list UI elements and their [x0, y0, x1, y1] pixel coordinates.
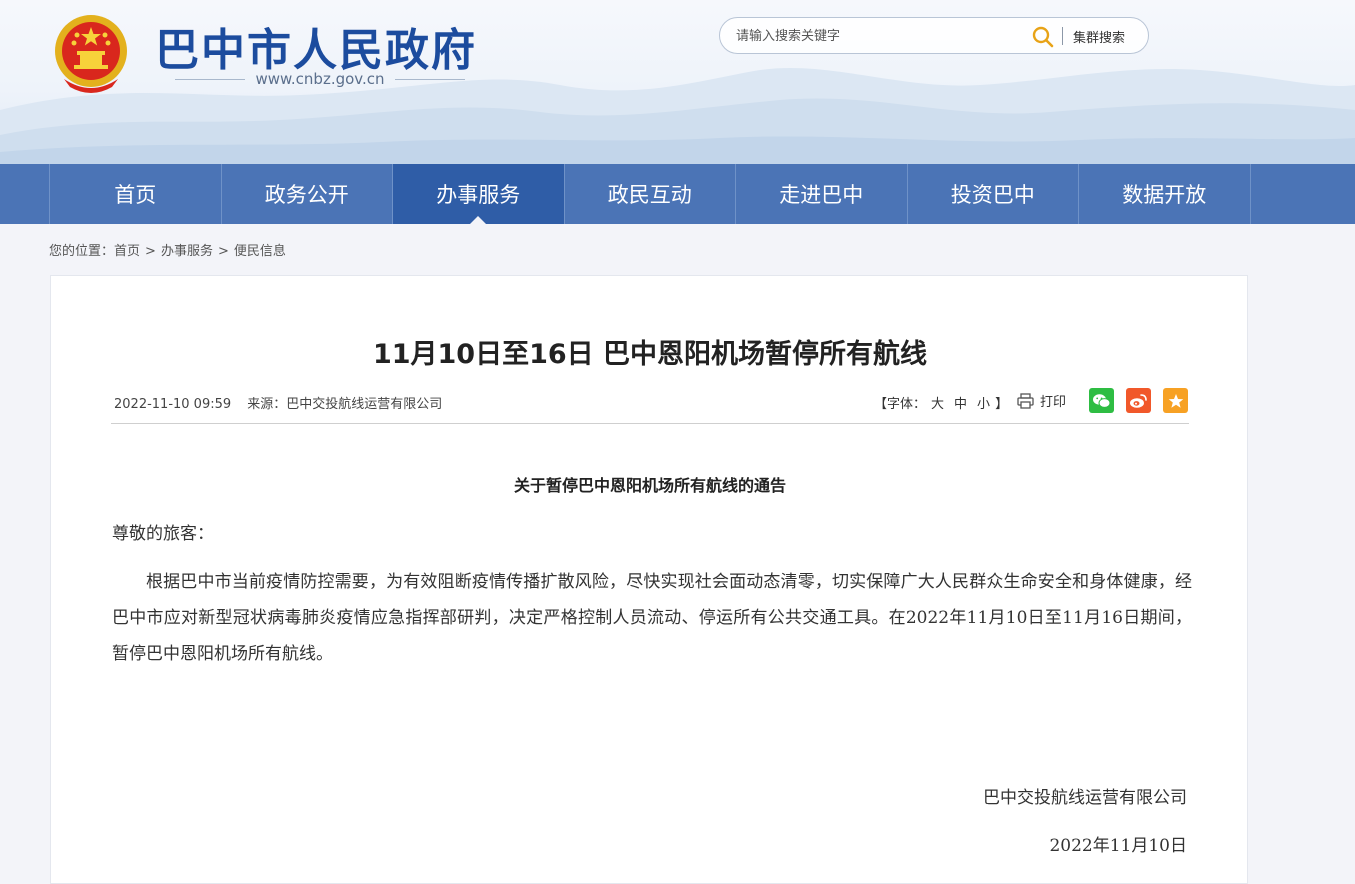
font-size-control: 【字体： 大中小】 [874, 393, 1008, 412]
breadcrumb-separator: > [145, 244, 156, 259]
nav-item-services[interactable]: 办事服务 [393, 164, 565, 224]
wechat-icon [1093, 393, 1111, 408]
star-icon [1168, 393, 1183, 408]
notice-greeting: 尊敬的旅客： [112, 524, 214, 544]
publish-date: 2022-11-10 09:59 [114, 397, 232, 412]
nav-item-about-bazhong[interactable]: 走进巴中 [736, 164, 908, 224]
notice-title: 关于暂停巴中恩阳机场所有航线的通告 [513, 476, 786, 495]
main-nav: 首页 政务公开 办事服务 政民互动 走进巴中 投资巴中 数据开放 [0, 164, 1355, 224]
share-wechat-button[interactable] [1089, 388, 1114, 413]
print-label: 打印 [1040, 395, 1067, 410]
nav-item-open-data[interactable]: 数据开放 [1079, 164, 1251, 224]
article-card: 11月10日至16日 巴中恩阳机场暂停所有航线 2022-11-10 09:59… [50, 275, 1248, 884]
printer-icon [1017, 392, 1034, 409]
site-header: 巴中市人民政府 www.cnbz.gov.cn 集群搜索 [0, 0, 1355, 164]
search-divider [1062, 27, 1063, 45]
article-title: 11月10日至16日 巴中恩阳机场暂停所有航线 [372, 339, 928, 370]
nav-list: 首页 政务公开 办事服务 政民互动 走进巴中 投资巴中 数据开放 [49, 164, 1251, 224]
breadcrumb: 您的位置：首页 > 办事服务 > 便民信息 [49, 240, 286, 259]
font-label-close: 】 [995, 397, 1009, 412]
article-source: 来源：巴中交投航线运营有限公司 [247, 397, 443, 412]
signature-date: 2022年11月10日 [1049, 836, 1187, 856]
font-label-open: 【字体： [874, 397, 927, 412]
nav-item-home[interactable]: 首页 [50, 164, 222, 224]
breadcrumb-separator: > [217, 244, 229, 259]
signature-organization: 巴中交投航线运营有限公司 [983, 788, 1187, 808]
meta-divider [111, 423, 1189, 424]
search-icon[interactable] [1031, 25, 1055, 49]
search-input[interactable] [736, 26, 1026, 46]
font-size-medium-button[interactable]: 中 [954, 397, 967, 412]
add-favorite-button[interactable] [1163, 388, 1188, 413]
site-url-text: www.cnbz.gov.cn [255, 70, 385, 88]
search-box: 集群搜索 [719, 17, 1149, 54]
breadcrumb-prefix: 您的位置： [49, 244, 115, 259]
breadcrumb-link-services[interactable]: 办事服务 [161, 244, 213, 259]
site-title[interactable]: 巴中市人民政府 [155, 14, 477, 78]
nav-item-interaction[interactable]: 政民互动 [565, 164, 736, 224]
notice-paragraph: 根据巴中市当前疫情防控需要，为有效阻断疫情传播扩散风险，尽快实现社会面动态清零，… [112, 572, 1192, 664]
breadcrumb-link-convenience[interactable]: 便民信息 [234, 244, 286, 259]
nav-item-invest[interactable]: 投资巴中 [908, 164, 1079, 224]
article-meta: 2022-11-10 09:59 来源：巴中交投航线运营有限公司 [114, 393, 442, 412]
font-size-large-button[interactable]: 大 [931, 397, 944, 412]
breadcrumb-link-home[interactable]: 首页 [114, 244, 140, 259]
cluster-search-button[interactable]: 集群搜索 [1073, 27, 1125, 46]
site-url: www.cnbz.gov.cn [175, 70, 466, 88]
weibo-icon [1130, 393, 1147, 408]
national-emblem-icon [55, 15, 127, 93]
nav-item-government-affairs[interactable]: 政务公开 [222, 164, 393, 224]
font-size-small-button[interactable]: 小 [977, 397, 990, 412]
share-weibo-button[interactable] [1126, 388, 1151, 413]
print-button[interactable]: 打印 [1017, 391, 1066, 410]
